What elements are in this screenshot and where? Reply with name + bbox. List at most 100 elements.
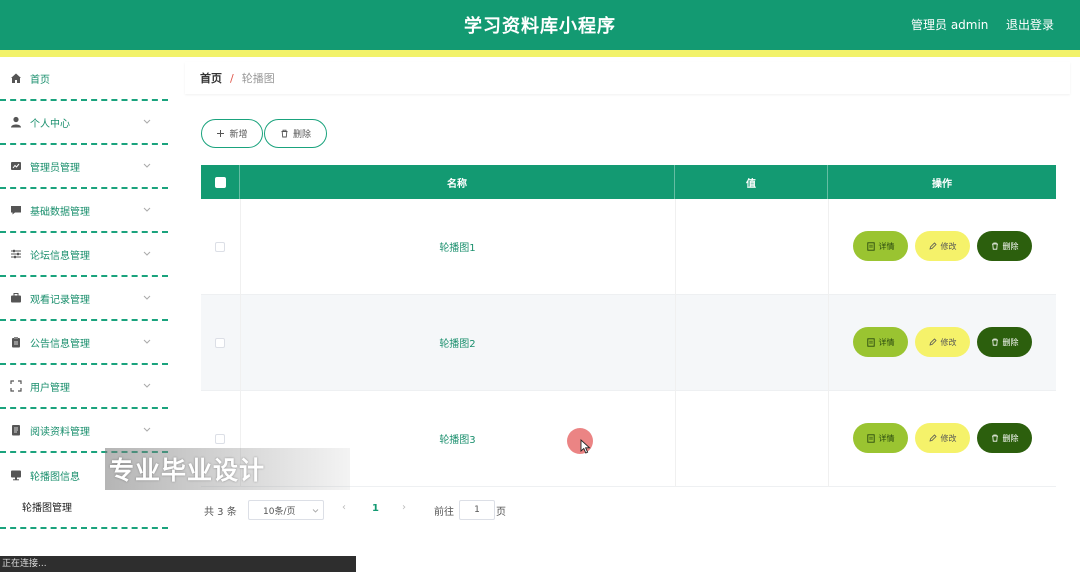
delete-button-label: 删除: [1002, 241, 1019, 251]
sidebar-item-home[interactable]: 首页: [0, 57, 168, 101]
briefcase-icon: [9, 291, 23, 305]
plus-icon: [217, 130, 225, 137]
page-number-current[interactable]: 1: [372, 503, 379, 514]
breadcrumb-home[interactable]: 首页: [200, 70, 222, 86]
sidebar-item-users[interactable]: 用户管理: [0, 365, 168, 409]
admin-username: 管理员 admin: [911, 18, 989, 32]
edit-button[interactable]: 修改: [915, 327, 970, 357]
page-unit-label: 页: [496, 507, 506, 518]
document-icon: [866, 433, 875, 443]
sidebar: 首页 个人中心 管理员管理 基础数据管理 论坛信息管理 观看记录管理 公告信息管…: [0, 57, 168, 572]
document-icon: [9, 423, 23, 437]
detail-button[interactable]: 详情: [853, 231, 908, 261]
detail-button[interactable]: 详情: [853, 423, 908, 453]
table-row: 轮播图2 详情 修改 删除: [201, 295, 1056, 391]
table-row: 轮播图1 详情 修改 删除: [201, 199, 1056, 295]
pencil-icon: [928, 338, 937, 346]
table-header: 名称 值 操作: [201, 165, 1056, 199]
edit-button-label: 修改: [940, 337, 957, 347]
column-header-value: 值: [675, 165, 828, 199]
sidebar-item-forum[interactable]: 论坛信息管理: [0, 233, 168, 277]
sidebar-item-label: 轮播图信息: [30, 471, 80, 483]
monitor-icon: [9, 468, 23, 482]
watermark-text: 专业毕业设计: [109, 456, 266, 485]
sidebar-item-label: 基础数据管理: [30, 206, 90, 218]
row-name: 轮播图2: [439, 339, 476, 350]
chevron-down-icon: [143, 427, 151, 432]
column-header-name: 名称: [240, 165, 675, 199]
sidebar-item-announcements[interactable]: 公告信息管理: [0, 321, 168, 365]
sidebar-subitem-carousel-management[interactable]: 轮播图管理: [0, 485, 168, 529]
add-button-label: 新增: [229, 130, 248, 140]
edit-button[interactable]: 修改: [915, 231, 970, 261]
sidebar-item-label: 管理员管理: [30, 162, 80, 174]
sidebar-item-personal-center[interactable]: 个人中心: [0, 101, 168, 145]
sidebar-item-reading-materials[interactable]: 阅读资料管理: [0, 409, 168, 453]
edit-button-label: 修改: [940, 433, 957, 443]
delete-button-label: 删除: [1002, 433, 1019, 443]
sidebar-item-label: 观看记录管理: [30, 294, 90, 306]
watermark-banner: 专业毕业设计: [105, 448, 350, 490]
chevron-down-icon: [143, 251, 151, 256]
goto-label: 前往: [434, 507, 454, 518]
delete-button[interactable]: 删除: [977, 327, 1032, 357]
message-icon: [9, 203, 23, 217]
breadcrumb-separator: /: [230, 71, 234, 85]
scan-frame-icon: [9, 379, 23, 393]
admin-card-icon: [9, 159, 23, 173]
sidebar-item-basic-data[interactable]: 基础数据管理: [0, 189, 168, 233]
home-icon: [9, 71, 23, 85]
pagination-total: 共 3 条: [204, 507, 237, 518]
sidebar-item-watch-records[interactable]: 观看记录管理: [0, 277, 168, 321]
trash-icon: [991, 242, 998, 250]
page-size-select[interactable]: 10条/页: [248, 500, 324, 520]
delete-button[interactable]: 删除: [977, 231, 1032, 261]
prev-page-button[interactable]: ‹: [342, 502, 346, 513]
goto-page-input[interactable]: [459, 500, 495, 520]
logout-link[interactable]: 退出登录: [1006, 16, 1054, 33]
sidebar-item-label: 公告信息管理: [30, 338, 90, 350]
sidebar-item-label: 阅读资料管理: [30, 426, 90, 438]
pencil-icon: [928, 434, 937, 442]
clipboard-icon: [9, 335, 23, 349]
next-page-button[interactable]: ›: [402, 502, 406, 513]
select-all-checkbox[interactable]: [214, 176, 226, 188]
edit-button-label: 修改: [940, 241, 957, 251]
trash-icon: [991, 338, 998, 346]
row-checkbox[interactable]: [215, 338, 225, 348]
delete-button-label: 删除: [1002, 337, 1019, 347]
sidebar-item-label: 用户管理: [30, 382, 70, 394]
browser-status-bar: 正在连接...: [0, 556, 356, 572]
batch-delete-button[interactable]: 删除: [264, 119, 327, 148]
delete-button[interactable]: 删除: [977, 423, 1032, 453]
detail-button[interactable]: 详情: [853, 327, 908, 357]
page-size-value: 10条/页: [263, 506, 296, 517]
detail-button-label: 详情: [878, 241, 895, 251]
sidebar-item-admin-management[interactable]: 管理员管理: [0, 145, 168, 189]
edit-button[interactable]: 修改: [915, 423, 970, 453]
sidebar-item-label: 论坛信息管理: [30, 250, 90, 262]
document-icon: [866, 241, 875, 251]
row-checkbox[interactable]: [215, 242, 225, 252]
pencil-icon: [928, 242, 937, 250]
detail-button-label: 详情: [878, 337, 895, 347]
row-checkbox[interactable]: [215, 434, 225, 444]
column-header-actions: 操作: [932, 178, 952, 190]
user-icon: [9, 115, 23, 129]
mouse-cursor-icon: [580, 439, 591, 454]
detail-button-label: 详情: [878, 433, 895, 443]
select-all-checkbox-cell[interactable]: [201, 165, 240, 199]
row-name: 轮播图3: [439, 435, 476, 446]
document-icon: [866, 337, 875, 347]
breadcrumb: 首页 / 轮播图: [185, 62, 1070, 94]
header-accent-strip: [0, 50, 1080, 57]
sliders-icon: [9, 247, 23, 261]
chevron-down-icon: [143, 339, 151, 344]
breadcrumb-current: 轮播图: [241, 72, 275, 85]
trash-icon: [281, 129, 288, 138]
add-button[interactable]: 新增: [201, 119, 263, 148]
chevron-down-icon: [143, 383, 151, 388]
chevron-down-icon: [143, 207, 151, 212]
chevron-down-icon: [143, 163, 151, 168]
chevron-down-icon: [312, 509, 319, 513]
